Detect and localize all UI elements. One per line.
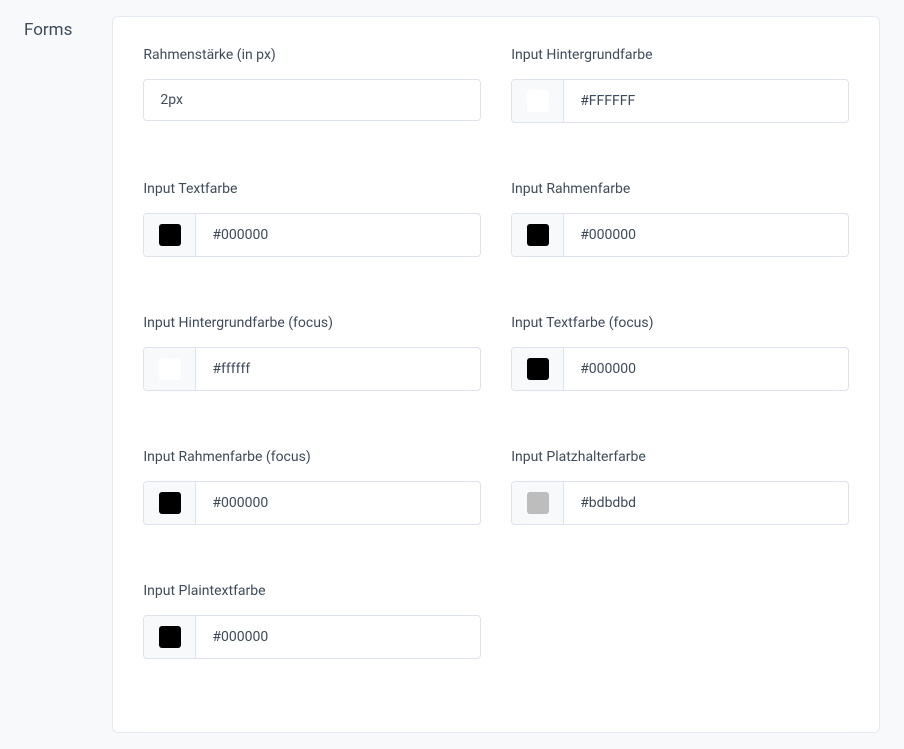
field-border-color-focus: Input Rahmenfarbe (focus) [143, 449, 481, 525]
form-grid: Rahmenstärke (in px) Input Hintergrundfa… [143, 47, 849, 659]
swatch-wrapper-plaintext[interactable] [144, 616, 196, 658]
label-placeholder-color: Input Platzhalterfarbe [511, 449, 849, 465]
label-border-width: Rahmenstärke (in px) [143, 47, 481, 63]
input-border-color-focus[interactable] [196, 482, 480, 524]
swatch-plaintext [159, 626, 181, 648]
input-text-color[interactable] [196, 214, 480, 256]
color-group-placeholder [511, 481, 849, 525]
color-group-border [511, 213, 849, 257]
section-title: Forms [24, 16, 72, 733]
form-card: Rahmenstärke (in px) Input Hintergrundfa… [112, 16, 880, 733]
color-group-bg [511, 79, 849, 123]
color-group-border-focus [143, 481, 481, 525]
label-text-color: Input Textfarbe [143, 181, 481, 197]
label-border-color-focus: Input Rahmenfarbe (focus) [143, 449, 481, 465]
page-container: Forms Rahmenstärke (in px) Input Hinterg… [0, 0, 904, 749]
field-border-width: Rahmenstärke (in px) [143, 47, 481, 123]
swatch-border [527, 224, 549, 246]
input-bg-color[interactable] [564, 80, 848, 122]
color-group-text [143, 213, 481, 257]
field-plaintext-color: Input Plaintextfarbe [143, 583, 481, 659]
swatch-wrapper-placeholder[interactable] [512, 482, 564, 524]
input-text-color-focus[interactable] [564, 348, 848, 390]
swatch-wrapper-border[interactable] [512, 214, 564, 256]
input-placeholder-color[interactable] [564, 482, 848, 524]
swatch-wrapper-border-focus[interactable] [144, 482, 196, 524]
label-text-color-focus: Input Textfarbe (focus) [511, 315, 849, 331]
field-text-color-focus: Input Textfarbe (focus) [511, 315, 849, 391]
swatch-border-focus [159, 492, 181, 514]
label-plaintext-color: Input Plaintextfarbe [143, 583, 481, 599]
input-bg-color-focus[interactable] [196, 348, 480, 390]
color-group-text-focus [511, 347, 849, 391]
swatch-wrapper-text-focus[interactable] [512, 348, 564, 390]
label-bg-color-focus: Input Hintergrundfarbe (focus) [143, 315, 481, 331]
field-border-color: Input Rahmenfarbe [511, 181, 849, 257]
color-group-plaintext [143, 615, 481, 659]
swatch-text-focus [527, 358, 549, 380]
field-text-color: Input Textfarbe [143, 181, 481, 257]
input-border-width[interactable] [143, 79, 481, 121]
label-border-color: Input Rahmenfarbe [511, 181, 849, 197]
input-plaintext-color[interactable] [196, 616, 480, 658]
color-group-bg-focus [143, 347, 481, 391]
swatch-wrapper-text[interactable] [144, 214, 196, 256]
field-bg-color-focus: Input Hintergrundfarbe (focus) [143, 315, 481, 391]
swatch-text [159, 224, 181, 246]
field-bg-color: Input Hintergrundfarbe [511, 47, 849, 123]
input-border-color[interactable] [564, 214, 848, 256]
swatch-placeholder [527, 492, 549, 514]
swatch-wrapper-bg-focus[interactable] [144, 348, 196, 390]
swatch-bg [527, 90, 549, 112]
swatch-bg-focus [159, 358, 181, 380]
label-bg-color: Input Hintergrundfarbe [511, 47, 849, 63]
field-placeholder-color: Input Platzhalterfarbe [511, 449, 849, 525]
swatch-wrapper-bg[interactable] [512, 80, 564, 122]
